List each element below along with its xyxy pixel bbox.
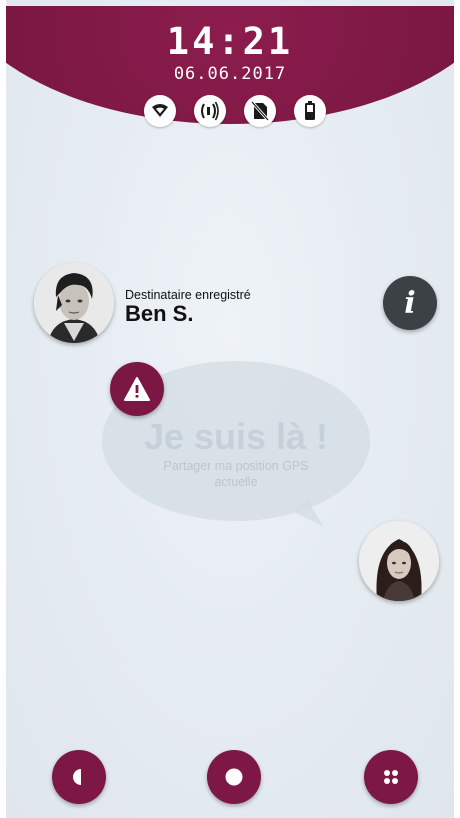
share-location-subtitle: Partager ma position GPS actuelle [163,459,309,489]
theme-toggle-button[interactable] [52,750,106,804]
frame-edge-right [454,0,460,818]
apps-grid-icon [384,770,398,784]
header: 14:21 06.06.2017 [6,6,454,126]
clock-date: 06.06.2017 [173,64,287,84]
record-icon [225,768,243,786]
battery-icon[interactable] [294,95,326,127]
recipient-caption: Destinataire enregistré [125,288,251,302]
recipient-name: Ben S. [125,301,194,326]
half-circle-icon [73,769,81,785]
recipient-avatar[interactable] [34,263,114,343]
home-button[interactable] [207,750,261,804]
info-button[interactable]: i [383,276,437,330]
clock-time: 14:21 [166,20,294,63]
contact-avatar[interactable] [359,521,439,601]
sound-icon[interactable] [194,95,226,127]
app-screen: 14:21 06.06.2017 Destinataire enregistré… [0,0,460,818]
info-icon: i [404,285,416,321]
wifi-icon[interactable] [144,95,176,127]
no-sim-icon[interactable] [244,95,276,127]
warning-icon [124,377,150,401]
alert-button[interactable] [110,362,164,416]
share-location-title[interactable]: Je suis là ! [102,416,370,458]
frame-edge-left [0,0,6,818]
apps-button[interactable] [364,750,418,804]
